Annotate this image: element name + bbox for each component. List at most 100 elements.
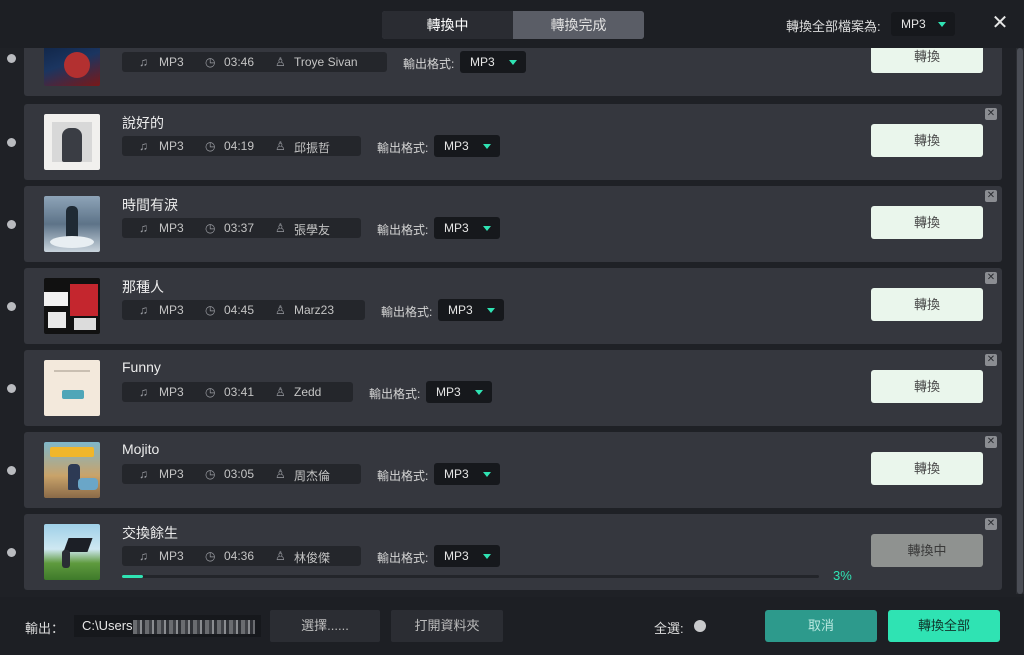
artist-icon: ♙ [275, 467, 286, 481]
track-format: MP3 [159, 549, 184, 563]
cancel-button[interactable]: 取消 [765, 610, 877, 642]
music-note-icon: ♫ [139, 303, 148, 317]
select-all-label: 全選: [654, 621, 684, 636]
output-path-field[interactable]: C:\Users [74, 615, 261, 637]
clock-icon: ◷ [205, 467, 216, 481]
album-cover [44, 360, 100, 416]
output-format-select[interactable]: MP3 [434, 217, 500, 239]
row-dot[interactable] [7, 548, 16, 557]
remove-icon[interactable]: ✕ [985, 436, 997, 448]
remove-icon[interactable]: ✕ [985, 354, 997, 366]
remove-icon[interactable]: ✕ [985, 272, 997, 284]
convert-button[interactable]: 轉換 [871, 370, 983, 403]
open-folder-button[interactable]: 打開資料夾 [391, 610, 503, 642]
output-format-label: 輸出格式: [377, 223, 429, 237]
choose-folder-button[interactable]: 選擇...... [270, 610, 380, 642]
output-format-value: MP3 [444, 139, 469, 153]
output-format-value: MP3 [444, 467, 469, 481]
clock-icon: ◷ [205, 139, 216, 153]
output-format-label: 輸出格式: [403, 57, 455, 71]
chevron-down-icon [938, 22, 946, 27]
output-format-select[interactable]: MP3 [434, 463, 500, 485]
convert-button[interactable]: 轉換 [871, 48, 983, 73]
output-format-select[interactable]: MP3 [434, 545, 500, 567]
artist-icon: ♙ [275, 303, 286, 317]
track-card: ♫ MP3 ◷ 03:46 ♙ Troye Sivan 輸出格式: MP3 轉換 [24, 48, 1002, 96]
artist-icon: ♙ [275, 549, 286, 563]
row-dot[interactable] [7, 220, 16, 229]
convert-all-format-select[interactable]: MP3 [891, 12, 955, 36]
track-artist: 林俊傑 [294, 551, 331, 565]
track-list: ♫ MP3 ◷ 03:46 ♙ Troye Sivan 輸出格式: MP3 轉換… [0, 48, 1016, 594]
artist-icon: ♙ [275, 385, 286, 399]
tab-converted[interactable]: 轉換完成 [513, 11, 644, 39]
chevron-down-icon [475, 390, 483, 395]
track-info: ♫ MP3 ◷ 04:36 ♙ 林俊傑 [122, 546, 361, 566]
track-info: ♫ MP3 ◷ 03:46 ♙ Troye Sivan [122, 52, 387, 72]
output-format-select[interactable]: MP3 [438, 299, 504, 321]
convert-button[interactable]: 轉換 [871, 288, 983, 321]
track-title: Funny [122, 359, 161, 375]
convert-button[interactable]: 轉換 [871, 124, 983, 157]
track-duration: 03:05 [224, 467, 255, 481]
track-duration: 04:36 [224, 549, 255, 563]
output-format-value: MP3 [444, 221, 469, 235]
remove-icon[interactable]: ✕ [985, 108, 997, 120]
output-format-select[interactable]: MP3 [460, 51, 526, 73]
chevron-down-icon [483, 554, 491, 559]
track-duration: 04:19 [224, 139, 255, 153]
list-item: 交換餘生 ♫ MP3 ◷ 04:36 ♙ 林俊傑 輸出格式: MP3 3% 轉換… [0, 514, 1016, 590]
close-icon[interactable]: ✕ [990, 12, 1010, 34]
convert-button[interactable]: 轉換 [871, 206, 983, 239]
row-dot[interactable] [7, 384, 16, 393]
chevron-down-icon [483, 472, 491, 477]
progress-fill [122, 575, 143, 578]
track-title: 交換餘生 [122, 525, 178, 541]
convert-button[interactable]: 轉換 [871, 452, 983, 485]
row-dot[interactable] [7, 302, 16, 311]
convert-all-format-label: 轉換全部檔案為: [786, 19, 881, 34]
track-info: ♫ MP3 ◷ 03:41 ♙ Zedd [122, 382, 353, 402]
row-dot[interactable] [7, 138, 16, 147]
scrollbar[interactable] [1016, 48, 1024, 594]
track-card: 交換餘生 ♫ MP3 ◷ 04:36 ♙ 林俊傑 輸出格式: MP3 3% 轉換… [24, 514, 1002, 590]
clock-icon: ◷ [205, 55, 216, 69]
album-cover [44, 524, 100, 580]
row-dot[interactable] [7, 54, 16, 63]
music-note-icon: ♫ [139, 385, 148, 399]
output-format-label: 輸出格式: [377, 551, 429, 565]
album-cover [44, 442, 100, 498]
track-artist: Troye Sivan [294, 55, 358, 69]
remove-icon[interactable]: ✕ [985, 190, 997, 202]
row-dot[interactable] [7, 466, 16, 475]
tab-converting[interactable]: 轉換中 [382, 11, 513, 39]
remove-icon[interactable]: ✕ [985, 518, 997, 530]
track-title: 說好的 [122, 115, 164, 131]
convert-all-format-value: MP3 [901, 17, 926, 31]
list-item: Funny ♫ MP3 ◷ 03:41 ♙ Zedd 輸出格式: MP3 轉換 … [0, 350, 1016, 426]
output-format-value: MP3 [436, 385, 461, 399]
output-format-select[interactable]: MP3 [434, 135, 500, 157]
redacted-path [132, 619, 255, 634]
scrollbar-thumb[interactable] [1017, 48, 1023, 594]
output-format-select[interactable]: MP3 [426, 381, 492, 403]
converting-button[interactable]: 轉換中 [871, 534, 983, 567]
track-info: ♫ MP3 ◷ 03:05 ♙ 周杰倫 [122, 464, 361, 484]
track-duration: 03:41 [224, 385, 255, 399]
album-cover [44, 278, 100, 334]
track-title: 時間有淚 [122, 197, 178, 213]
output-format-value: MP3 [470, 55, 495, 69]
artist-icon: ♙ [275, 55, 286, 69]
album-cover [44, 48, 100, 86]
convert-all-button[interactable]: 轉換全部 [888, 610, 1000, 642]
music-note-icon: ♫ [139, 139, 148, 153]
track-card: Mojito ♫ MP3 ◷ 03:05 ♙ 周杰倫 輸出格式: MP3 轉換 … [24, 432, 1002, 508]
list-item: 說好的 ♫ MP3 ◷ 04:19 ♙ 邱振哲 輸出格式: MP3 轉換 ✕ [0, 104, 1016, 180]
output-path-value: C:\Users [82, 618, 133, 633]
select-all-toggle[interactable] [694, 620, 706, 632]
track-card: Funny ♫ MP3 ◷ 03:41 ♙ Zedd 輸出格式: MP3 轉換 … [24, 350, 1002, 426]
music-note-icon: ♫ [139, 549, 148, 563]
status-tabs: 轉換中 轉換完成 [382, 11, 644, 39]
track-title: Mojito [122, 441, 160, 457]
clock-icon: ◷ [205, 221, 216, 235]
